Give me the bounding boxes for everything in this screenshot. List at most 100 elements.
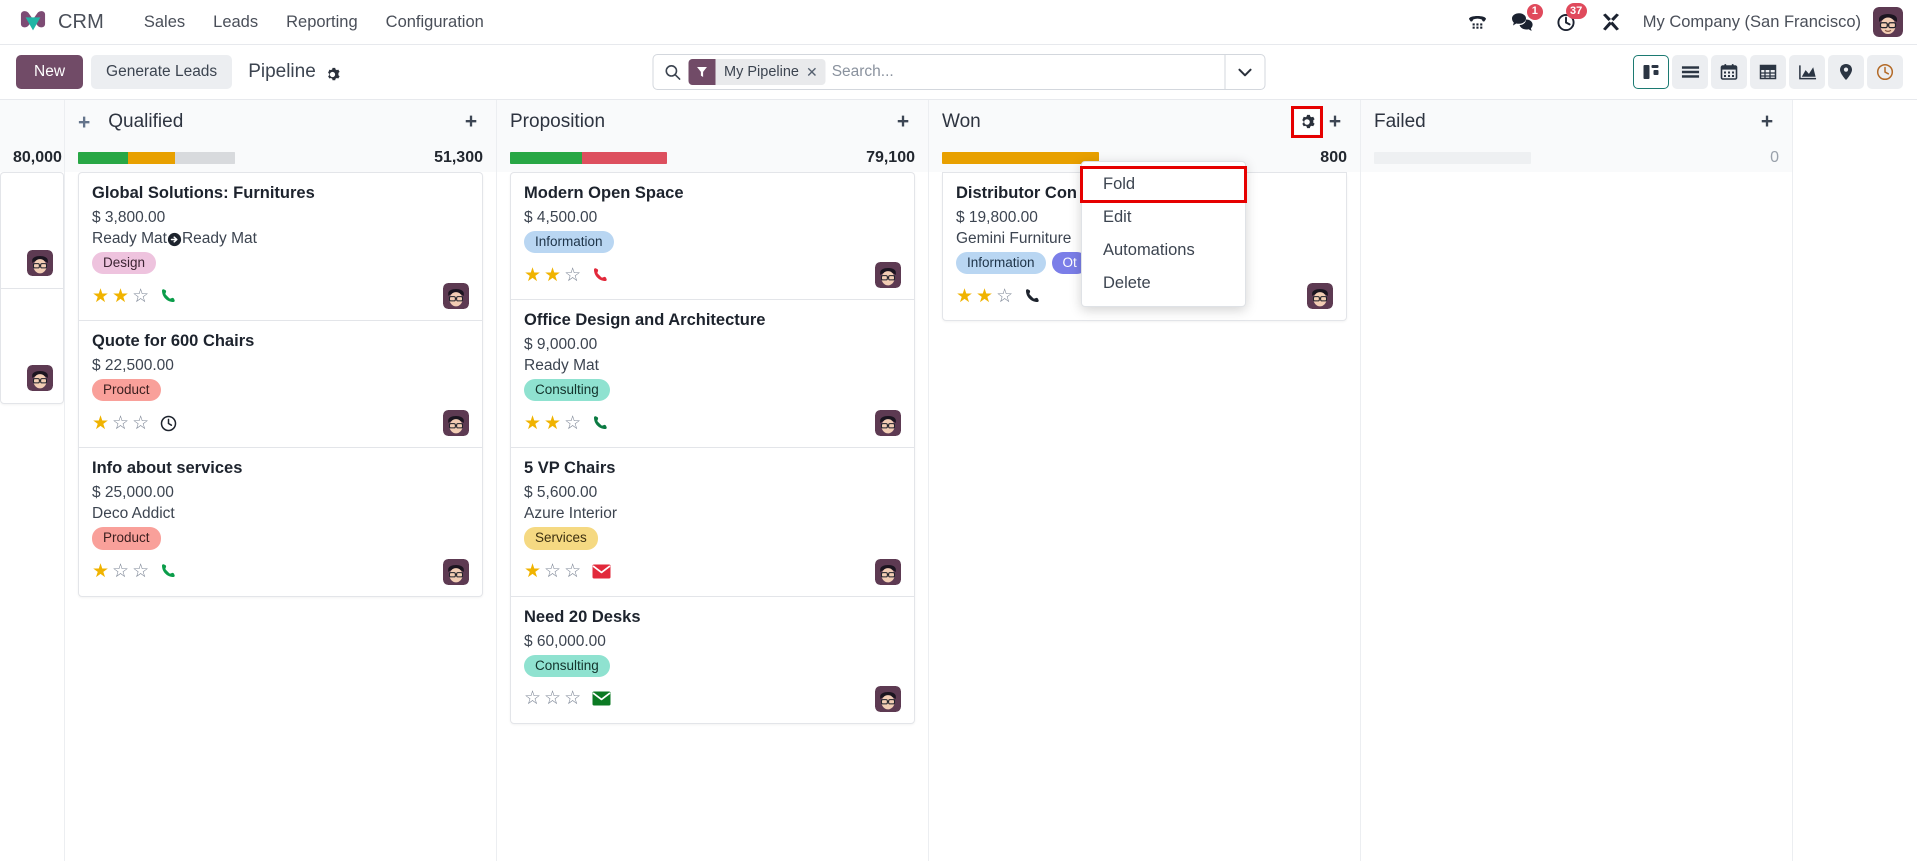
priority-stars[interactable]: ★ ☆ ☆ [524, 562, 581, 581]
avatar[interactable] [27, 250, 53, 276]
tag[interactable]: Information [956, 252, 1046, 275]
menu-item-leads[interactable]: Leads [199, 7, 272, 38]
kanban-card[interactable]: Info about services $ 25,000.00 Deco Add… [78, 447, 483, 597]
activity-view-button[interactable] [1867, 55, 1903, 89]
plus-icon[interactable]: + [891, 110, 915, 134]
phone-icon[interactable] [592, 267, 609, 284]
kanban-card[interactable] [0, 172, 64, 288]
star-icon[interactable]: ★ [92, 562, 109, 581]
progress-segment-orange[interactable] [942, 152, 1099, 164]
priority-stars[interactable]: ★ ☆ ☆ [92, 414, 149, 433]
star-icon[interactable]: ★ [956, 287, 973, 306]
plus-icon[interactable]: + [1755, 110, 1779, 134]
star-icon[interactable]: ★ [544, 266, 561, 285]
pivot-view-button[interactable] [1750, 55, 1786, 89]
priority-stars[interactable]: ☆ ☆ ☆ [524, 689, 581, 708]
star-icon[interactable]: ★ [524, 266, 541, 285]
avatar[interactable] [443, 410, 469, 437]
star-icon[interactable]: ☆ [132, 287, 149, 306]
odoo-crm-logo-icon[interactable] [18, 9, 48, 35]
dropdown-item-edit[interactable]: Edit [1082, 201, 1245, 234]
progress-segment-green[interactable] [78, 152, 129, 164]
tag[interactable]: Consulting [524, 654, 610, 677]
menu-item-configuration[interactable]: Configuration [372, 7, 498, 38]
priority-stars[interactable]: ★ ☆ ☆ [92, 562, 149, 581]
phone-icon[interactable] [160, 288, 177, 305]
avatar[interactable] [443, 558, 469, 585]
star-icon[interactable]: ★ [976, 287, 993, 306]
avatar[interactable] [443, 283, 469, 310]
search-input[interactable] [831, 55, 1224, 89]
star-icon[interactable]: ★ [112, 287, 129, 306]
email-icon[interactable] [592, 691, 611, 706]
plus-icon[interactable]: + [459, 110, 483, 134]
user-avatar[interactable] [1873, 7, 1903, 37]
menu-item-reporting[interactable]: Reporting [272, 7, 372, 38]
company-switcher[interactable]: My Company (San Francisco) [1633, 13, 1873, 32]
close-x-icon[interactable]: ✕ [806, 64, 826, 81]
progress-segment-green[interactable] [510, 152, 583, 164]
progress-bar[interactable] [1374, 152, 1531, 164]
debug-tools-icon[interactable] [1589, 8, 1633, 36]
graph-view-button[interactable] [1789, 55, 1825, 89]
star-icon[interactable]: ☆ [564, 266, 581, 285]
calendar-view-button[interactable] [1711, 55, 1747, 89]
map-view-button[interactable] [1828, 55, 1864, 89]
star-icon[interactable]: ★ [524, 562, 541, 581]
messages-icon[interactable]: 1 [1500, 3, 1545, 37]
phone-icon[interactable] [592, 415, 609, 432]
phone-icon[interactable] [160, 563, 177, 580]
kanban-card[interactable] [0, 288, 64, 404]
star-icon[interactable]: ☆ [132, 562, 149, 581]
avatar[interactable] [875, 685, 901, 712]
star-icon[interactable]: ★ [92, 287, 109, 306]
star-icon[interactable]: ☆ [564, 414, 581, 433]
star-icon[interactable]: ☆ [544, 689, 561, 708]
plus-icon[interactable]: + [78, 112, 90, 133]
menu-item-sales[interactable]: Sales [130, 7, 199, 38]
avatar[interactable] [1307, 283, 1333, 310]
tag[interactable]: Information [524, 231, 614, 254]
star-icon[interactable]: ☆ [564, 689, 581, 708]
progress-segment-gray[interactable] [175, 152, 235, 164]
gear-icon[interactable] [325, 67, 340, 82]
kanban-card[interactable]: Quote for 600 Chairs $ 22,500.00 Product… [78, 320, 483, 448]
star-icon[interactable]: ★ [524, 414, 541, 433]
star-icon[interactable]: ☆ [544, 562, 561, 581]
tag[interactable]: Services [524, 527, 598, 550]
kanban-column-settings-gear-icon[interactable] [1291, 106, 1323, 138]
tag[interactable]: Consulting [524, 379, 610, 402]
dropdown-item-automations[interactable]: Automations [1082, 234, 1245, 267]
star-icon[interactable]: ☆ [132, 414, 149, 433]
progress-segment-orange[interactable] [128, 152, 176, 164]
tag[interactable]: Design [92, 252, 157, 275]
voip-phone-icon[interactable] [1456, 8, 1500, 36]
kanban-card[interactable]: Need 20 Desks $ 60,000.00 Consulting ☆ ☆… [510, 595, 915, 724]
star-icon[interactable]: ☆ [524, 689, 541, 708]
priority-stars[interactable]: ★ ★ ☆ [92, 287, 149, 306]
kanban-card[interactable]: 5 VP Chairs $ 5,600.00 Azure Interior Se… [510, 447, 915, 596]
avatar[interactable] [875, 262, 901, 289]
kanban-view-button[interactable] [1633, 55, 1669, 89]
kanban-card[interactable]: Office Design and Architecture $ 9,000.0… [510, 299, 915, 448]
dropdown-item-fold[interactable]: Fold [1080, 166, 1247, 203]
search-facet-my-pipeline[interactable]: My Pipeline ✕ [688, 59, 826, 85]
kanban-card[interactable]: Modern Open Space $ 4,500.00 Information… [510, 172, 915, 300]
star-icon[interactable]: ★ [92, 414, 109, 433]
list-view-button[interactable] [1672, 55, 1708, 89]
kanban-card[interactable]: Global Solutions: Furnitures $ 3,800.00 … [78, 172, 483, 321]
phone-icon[interactable] [1024, 288, 1041, 305]
clock-icon[interactable] [160, 415, 177, 432]
generate-leads-button[interactable]: Generate Leads [91, 55, 233, 89]
chevron-down-icon[interactable] [1224, 55, 1264, 89]
priority-stars[interactable]: ★ ★ ☆ [524, 414, 581, 433]
star-icon[interactable]: ☆ [564, 562, 581, 581]
activities-clock-icon[interactable]: 37 [1545, 3, 1589, 37]
avatar[interactable] [875, 558, 901, 585]
tag[interactable]: Product [92, 379, 161, 402]
new-button[interactable]: New [16, 55, 84, 89]
progress-bar[interactable] [510, 152, 667, 164]
progress-bar[interactable] [942, 152, 1099, 164]
search-bar[interactable]: My Pipeline ✕ [652, 54, 1265, 90]
priority-stars[interactable]: ★ ★ ☆ [524, 266, 581, 285]
